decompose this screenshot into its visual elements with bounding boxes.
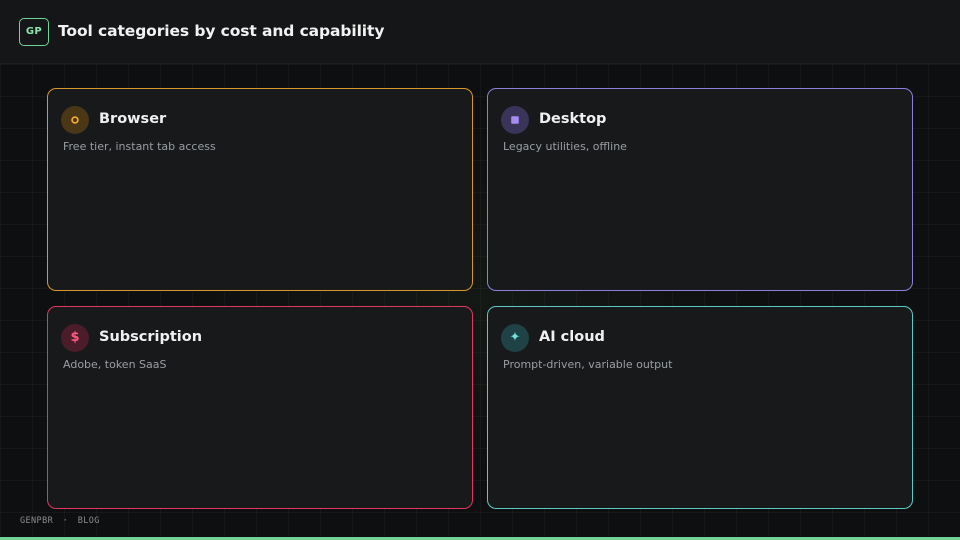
dollar-icon-glyph: $ (70, 330, 80, 345)
card-description: Adobe, token SaaS (63, 358, 167, 371)
sparkle-icon-glyph: ✦ (509, 330, 521, 345)
card-title: AI cloud (539, 329, 605, 345)
card-description: Legacy utilities, offline (503, 140, 627, 153)
footer-section: BLOG (77, 516, 100, 526)
card-description: Free tier, instant tab access (63, 140, 216, 153)
card-ai-cloud: ✦ AI cloud Prompt-driven, variable outpu… (487, 306, 913, 509)
card-title: Desktop (539, 111, 607, 127)
header-bar: GP Tool categories by cost and capabilit… (0, 0, 960, 64)
card-desktop: Desktop Legacy utilities, offline (487, 88, 913, 291)
dollar-icon: $ (61, 324, 89, 352)
footer-separator: · (62, 516, 69, 526)
square-icon-graphic (511, 116, 519, 124)
card-title: Browser (99, 111, 167, 127)
footer-label: GENPBR · BLOG (20, 515, 100, 527)
card-title: Subscription (99, 329, 203, 345)
page-title: Tool categories by cost and capability (58, 22, 385, 40)
card-description: Prompt-driven, variable output (503, 358, 673, 371)
footer-brand: GENPBR (20, 516, 54, 526)
square-icon (501, 106, 529, 134)
card-subscription: $ Subscription Adobe, token SaaS (47, 306, 473, 509)
sparkle-icon: ✦ (501, 324, 529, 352)
card-browser: Browser Free tier, instant tab access (47, 88, 473, 291)
logo-badge: GP (19, 18, 49, 46)
ring-icon (61, 106, 89, 134)
ring-icon-graphic (71, 116, 79, 124)
